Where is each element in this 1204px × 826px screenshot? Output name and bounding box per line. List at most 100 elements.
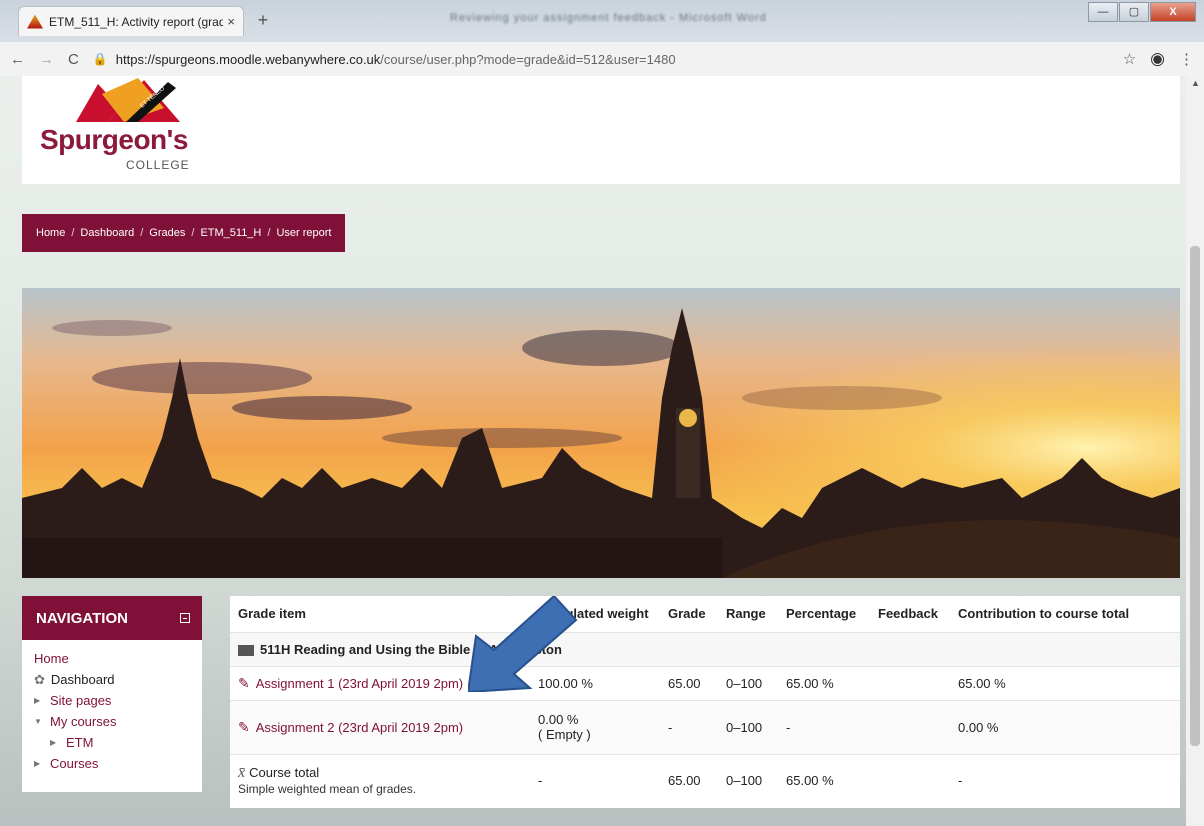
course-total-name: Course total (249, 765, 320, 781)
nav-dashboard-label: Dashboard (50, 672, 115, 687)
scrollbar-thumb[interactable] (1190, 246, 1200, 746)
contribution-cell: - (950, 753, 1180, 806)
dashboard-icon: ✿ (34, 672, 45, 687)
nav-home-label: Home (34, 651, 69, 666)
col-feedback: Feedback (878, 606, 938, 622)
nav-item-dashboard[interactable]: ✿ Dashboard (34, 669, 190, 690)
percentage-cell: 65.00 % (778, 753, 870, 806)
lock-icon: 🔒 (92, 52, 108, 66)
url-path: /course/user.php?mode=grade&id=512&user=… (380, 51, 676, 67)
breadcrumb-user-report[interactable]: User report (276, 227, 331, 239)
nav-item-home[interactable]: Home (34, 648, 190, 669)
close-window-button[interactable]: X (1150, 2, 1196, 22)
nav-item-site-pages[interactable]: ▶ Site pages (34, 690, 190, 711)
bookmark-star-icon[interactable]: ☆ (1123, 50, 1136, 68)
site-favicon-icon (27, 14, 43, 29)
grade-item-cell: ✎ Assignment 1 (23rd April 2019 2pm) (230, 665, 530, 700)
grade-item-cell: ✎ Assignment 2 (23rd April 2019 2pm) (230, 699, 530, 754)
navigation-header: NAVIGATION (22, 596, 202, 640)
site-header: ET TENEO Spurgeon's COLLEGE (22, 76, 1180, 184)
assignment-icon: ✎ (238, 674, 250, 691)
expand-icon: ▶ (50, 738, 57, 747)
new-tab-button[interactable]: + (250, 10, 276, 32)
maximize-button[interactable]: ▢ (1119, 2, 1149, 22)
col-grade-item: Grade item (238, 606, 306, 622)
window-title: Reviewing your assignment feedback - Mic… (450, 12, 767, 24)
course-total-row: x̄ Course total Simple weighted mean of gr… (230, 753, 1180, 806)
nav-item-courses[interactable]: ▶ Courses (34, 753, 190, 774)
expand-icon: ▶ (34, 759, 41, 768)
nav-my-courses-label: My courses (50, 714, 117, 729)
page-scrollbar[interactable]: ▲ (1186, 76, 1204, 826)
site-logo[interactable]: ET TENEO Spurgeon's COLLEGE (40, 78, 210, 178)
percentage-cell: - (778, 699, 870, 754)
navigation-list: Home ✿ Dashboard ▶ Site pages ▼ My courses … (22, 640, 202, 782)
range-cell: 0–100 (718, 665, 778, 700)
folder-icon (238, 644, 254, 656)
table-header-row: Grade item Calculated weight Grade Range… (230, 596, 1180, 632)
breadcrumb-home[interactable]: Home (36, 227, 65, 239)
course-total-cell: x̄ Course total Simple weighted mean of gr… (230, 753, 530, 806)
menu-icon[interactable]: ⋮ (1179, 50, 1194, 68)
mean-icon: x̄ (238, 764, 246, 782)
assignment-name: Assignment 2 (23rd April 2019 2pm) (255, 719, 464, 735)
col-percentage: Percentage (786, 606, 857, 622)
col-calculated-weight: Calculated weight (538, 606, 649, 622)
scroll-up-icon[interactable]: ▲ (1191, 78, 1200, 88)
col-contribution: Contribution to course total (958, 606, 1130, 622)
url-field[interactable]: 🔒 https://spurgeons.moodle.webanywhere.c… (93, 52, 1109, 67)
col-grade: Grade (668, 606, 706, 622)
category-cell: 511H Reading and Using the Bible [MA1] -… (230, 631, 1180, 666)
expand-icon: ▶ (34, 696, 41, 705)
back-icon[interactable]: ← (10, 51, 25, 68)
table-row: ✎ Assignment 2 (23rd April 2019 2pm) 0.00… (230, 699, 1180, 754)
feedback-cell (870, 699, 950, 754)
range-cell: 0–100 (718, 753, 778, 806)
college-crest-icon: ET TENEO (76, 78, 180, 122)
contribution-cell: 65.00 % (950, 665, 1180, 700)
url-host: https://spurgeons.moodle.webanywhere.co.… (115, 51, 381, 67)
grade-cell: - (660, 699, 718, 754)
grade-cell: 65.00 (660, 665, 718, 700)
reload-icon[interactable]: C (68, 51, 79, 68)
minimize-button[interactable]: — (1088, 2, 1118, 22)
collapse-icon: ▼ (34, 717, 42, 726)
london-skyline-banner (22, 288, 1180, 578)
address-bar: ← → C 🔒 https://spurgeons.moodle.webanyw… (0, 42, 1204, 76)
nav-item-etm[interactable]: ▶ ETM (34, 732, 190, 753)
user-grade-report: Grade item Calculated weight Grade Range… (230, 596, 1180, 808)
logo-subtitle: COLLEGE (126, 158, 190, 172)
assignment-icon: ✎ (238, 718, 250, 735)
weight-value: 0.00 % (538, 712, 579, 727)
nav-site-pages-label: Site pages (50, 693, 112, 708)
collapse-block-icon[interactable] (180, 613, 190, 623)
navigation-title: NAVIGATION (36, 609, 128, 627)
breadcrumb-course[interactable]: ETM_511_H (200, 227, 261, 239)
category-row: 511H Reading and Using the Bible [MA1] -… (230, 631, 1180, 666)
assignment-2-link[interactable]: ✎ Assignment 2 (23rd April 2019 2pm) (238, 719, 522, 736)
browser-tab[interactable]: ETM_511_H: Activity report (grad × (18, 6, 244, 36)
table-row: ✎ Assignment 1 (23rd April 2019 2pm) 100.… (230, 665, 1180, 700)
nav-courses-label: Courses (50, 756, 99, 771)
weight-cell: 0.00 %( Empty ) (530, 699, 660, 754)
nav-etm-label: ETM (66, 735, 94, 750)
col-range: Range (726, 606, 766, 622)
page-content: ET TENEO Spurgeon's COLLEGE Home / Dashbo… (0, 76, 1186, 826)
breadcrumb-grades[interactable]: Grades (149, 227, 185, 239)
weight-cell: - (530, 753, 660, 806)
feedback-cell (870, 753, 950, 806)
assignment-1-link[interactable]: ✎ Assignment 1 (23rd April 2019 2pm) (238, 675, 522, 692)
nav-item-my-courses[interactable]: ▼ My courses (34, 711, 190, 732)
window-controls: — ▢ X (1088, 2, 1196, 22)
forward-icon[interactable]: → (39, 51, 54, 68)
course-total-note: Simple weighted mean of grades. (238, 782, 417, 797)
logo-name: Spurgeon's (40, 124, 188, 155)
close-tab-icon[interactable]: × (227, 14, 235, 29)
breadcrumb-dashboard[interactable]: Dashboard (80, 227, 134, 239)
breadcrumb: Home / Dashboard / Grades / ETM_511_H / User… (22, 214, 346, 252)
account-icon[interactable]: ◉ (1150, 49, 1165, 69)
assignment-name: Assignment 1 (23rd April 2019 2pm) (255, 675, 464, 691)
weight-cell: 100.00 % (530, 665, 660, 700)
grades-table: Grade item Calculated weight Grade Range… (230, 596, 1180, 806)
browser-titlebar: ETM_511_H: Activity report (grad × + Rev… (0, 0, 1204, 42)
